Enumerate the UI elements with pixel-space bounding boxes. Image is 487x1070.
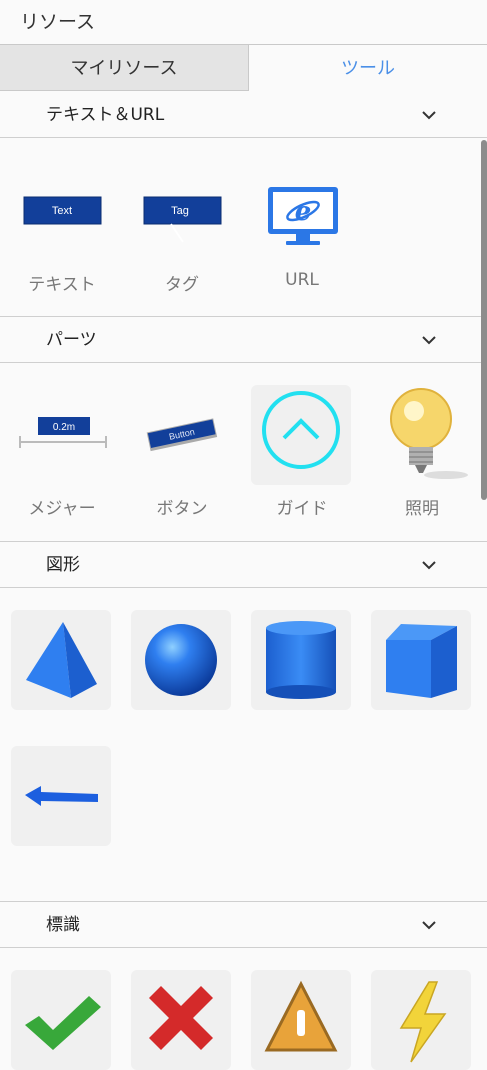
chevron-down-icon [422,921,436,930]
sphere-icon [145,624,217,696]
chevron-down-icon [422,111,436,120]
cube-icon [386,624,457,698]
tag-item[interactable]: Tag [131,160,231,260]
arrow-left-icon [25,786,98,806]
section-header-shapes[interactable]: 図形 [0,542,487,588]
sphere-item[interactable] [131,610,231,710]
section-title-shapes: 図形 [46,555,80,575]
measure-item[interactable]: 0.2m [11,385,111,485]
measure-thumb-label: 0.2m [53,422,75,433]
tab-my-resources[interactable]: マイリソース [0,44,249,91]
warning-sign-item[interactable] [251,970,351,1070]
section-header-signs[interactable]: 標識 [0,902,487,948]
section-header-parts[interactable]: パーツ [0,317,487,363]
cube-item[interactable] [371,610,471,710]
browser-monitor-icon: e [268,187,338,245]
guide-item-label: ガイド [276,499,328,519]
text-label-icon: Text [23,196,102,225]
arrow-item[interactable] [11,746,111,846]
lightning-sign-item[interactable] [371,970,471,1070]
chevron-down-icon [422,336,436,345]
cylinder-item[interactable] [251,610,351,710]
text-thumb-label: Text [52,205,72,217]
guide-circle-up-icon [262,391,340,469]
light-item-label: 照明 [405,499,439,519]
tag-thumb-label: Tag [171,205,189,217]
button-item[interactable]: Button [131,385,231,485]
light-item[interactable] [371,385,471,485]
lightning-icon [399,981,447,1063]
tag-label-icon: Tag [143,196,222,243]
scrollbar[interactable] [481,140,487,500]
tag-item-label: タグ [165,275,199,295]
measure-item-label: メジャー [28,499,96,519]
cross-sign-item[interactable] [131,970,231,1070]
button-item-label: ボタン [156,499,208,519]
chevron-down-icon [422,561,436,570]
check-mark-icon [25,996,101,1050]
warning-triangle-icon [264,980,338,1052]
url-item-label: URL [285,270,319,290]
cylinder-icon [266,621,336,699]
page-title: リソース [20,11,96,33]
check-sign-item[interactable] [11,970,111,1070]
pyramid-item[interactable] [11,610,111,710]
section-title-parts: パーツ [46,330,97,350]
guide-item[interactable] [251,385,351,485]
section-title-signs: 標識 [46,915,80,935]
light-bulb-icon [390,388,468,479]
tab-tools[interactable]: ツール [249,44,487,91]
measure-icon: 0.2m [19,417,107,448]
button-part-icon: Button [146,418,218,452]
section-title-text-url: テキスト＆URL [46,105,165,125]
pyramid-icon [26,622,97,698]
text-item[interactable]: Text [11,160,111,260]
cross-mark-icon [149,986,213,1050]
section-header-text-url[interactable]: テキスト＆URL [0,92,487,138]
text-item-label: テキスト [28,275,96,295]
url-item[interactable]: e [251,160,351,260]
resource-tabs: マイリソース ツール [0,44,487,92]
